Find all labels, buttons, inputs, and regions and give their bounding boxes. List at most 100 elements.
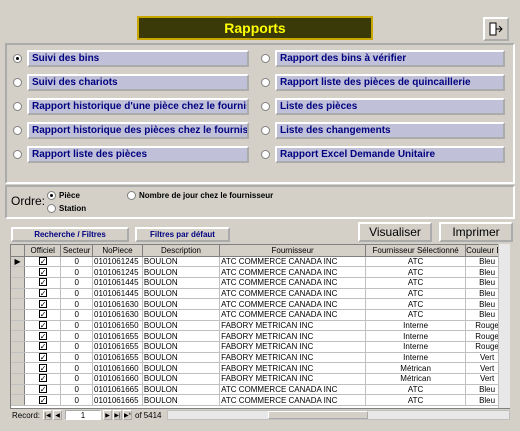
row-selector[interactable] bbox=[11, 330, 26, 342]
secteur-cell[interactable]: 0 bbox=[60, 330, 94, 342]
table-row[interactable]: ✓ 0 0101061665 BOULON ATC COMMERCE CANADA IN… bbox=[11, 384, 509, 396]
row-selector[interactable]: ▶ bbox=[11, 256, 26, 268]
nopiece-cell[interactable]: 0101061660 bbox=[92, 373, 143, 385]
fournisseur-cell[interactable]: ATC COMMERCE CANADA INC bbox=[219, 277, 367, 289]
report-option-historique-piece[interactable]: Rapport historique d'une pièce chez le f… bbox=[13, 98, 249, 115]
description-cell[interactable]: BOULON bbox=[142, 330, 221, 342]
checkbox-icon[interactable]: ✓ bbox=[38, 288, 47, 297]
description-cell[interactable]: BOULON bbox=[142, 266, 221, 278]
nopiece-cell[interactable]: 0101061630 bbox=[92, 298, 143, 310]
nopiece-cell[interactable]: 0101061445 bbox=[92, 288, 143, 300]
checkbox-icon[interactable]: ✓ bbox=[38, 310, 47, 319]
radio-liste-pieces-rapport[interactable] bbox=[13, 150, 22, 159]
nopiece-cell[interactable]: 0101061445 bbox=[92, 277, 143, 289]
prev-record-button[interactable]: ◀ bbox=[53, 410, 63, 420]
secteur-cell[interactable]: 0 bbox=[60, 362, 94, 375]
fournisseur-selectionne-cell[interactable]: Interne bbox=[365, 352, 467, 364]
report-option-quincaillerie[interactable]: Rapport liste des pièces de quincailleri… bbox=[261, 74, 505, 91]
table-row[interactable]: ✓ 0 0101061660 BOULON FABORY METRICAN INC Mét… bbox=[11, 373, 509, 385]
row-selector[interactable] bbox=[11, 384, 26, 396]
report-option-suivi-bins[interactable]: Suivi des bins bbox=[13, 50, 249, 67]
table-row[interactable]: ✓ 0 0101061655 BOULON FABORY METRICAN INC Int… bbox=[11, 352, 509, 364]
secteur-cell[interactable]: 0 bbox=[60, 266, 94, 278]
fournisseur-cell[interactable]: ATC COMMERCE CANADA INC bbox=[219, 288, 367, 300]
description-cell[interactable]: BOULON bbox=[142, 277, 221, 289]
fournisseur-selectionne-cell[interactable]: Métrican bbox=[365, 373, 467, 385]
report-option-liste-pieces[interactable]: Liste des pièces bbox=[261, 98, 505, 115]
table-row[interactable]: ✓ 0 0101061660 BOULON FABORY METRICAN INC Mét… bbox=[11, 362, 509, 375]
row-selector[interactable] bbox=[11, 320, 26, 332]
description-cell[interactable]: BOULON bbox=[142, 320, 221, 332]
ordre-option-nb-jours[interactable]: Nombre de jour chez le fournisseur bbox=[127, 191, 273, 200]
radio-suivi-chariots[interactable] bbox=[13, 78, 22, 87]
fournisseur-cell[interactable]: ATC COMMERCE CANADA INC bbox=[219, 384, 367, 396]
fournisseur-cell[interactable]: FABORY METRICAN INC bbox=[219, 330, 367, 342]
nopiece-cell[interactable]: 0101061665 bbox=[92, 394, 143, 407]
table-row[interactable]: ✓ 0 0101061655 BOULON FABORY METRICAN INC Int… bbox=[11, 341, 509, 353]
description-cell[interactable]: BOULON bbox=[142, 362, 221, 375]
table-row[interactable]: ✓ 0 0101061630 BOULON ATC COMMERCE CANADA IN… bbox=[11, 298, 509, 310]
imprimer-button[interactable]: Imprimer bbox=[439, 222, 513, 242]
secteur-cell[interactable]: 0 bbox=[60, 309, 94, 321]
checkbox-icon[interactable]: ✓ bbox=[38, 299, 47, 308]
current-record-input[interactable]: 1 bbox=[65, 410, 102, 420]
horizontal-scrollbar[interactable] bbox=[167, 410, 510, 420]
fournisseur-selectionne-cell[interactable]: ATC bbox=[365, 394, 467, 407]
report-button-liste-pieces[interactable]: Liste des pièces bbox=[275, 98, 505, 115]
row-selector[interactable] bbox=[11, 373, 26, 385]
row-selector[interactable] bbox=[11, 288, 26, 300]
report-button-historique-piece[interactable]: Rapport historique d'une pièce chez le f… bbox=[27, 98, 249, 115]
nopiece-cell[interactable]: 0101061650 bbox=[92, 320, 143, 332]
fournisseur-selectionne-cell[interactable]: Métrican bbox=[365, 362, 467, 375]
fournisseur-selectionne-cell[interactable]: ATC bbox=[365, 256, 467, 268]
fournisseur-selectionne-cell[interactable]: Interne bbox=[365, 330, 467, 342]
report-option-excel-demande[interactable]: Rapport Excel Demande Unitaire bbox=[261, 146, 505, 163]
row-selector[interactable] bbox=[11, 277, 26, 289]
nopiece-cell[interactable]: 0101061655 bbox=[92, 352, 143, 364]
fournisseur-cell[interactable]: ATC COMMERCE CANADA INC bbox=[219, 256, 367, 268]
nopiece-cell[interactable]: 0101061655 bbox=[92, 341, 143, 353]
report-button-suivi-bins[interactable]: Suivi des bins bbox=[27, 50, 249, 67]
description-cell[interactable]: BOULON bbox=[142, 298, 221, 310]
secteur-cell[interactable]: 0 bbox=[60, 373, 94, 385]
checkbox-icon[interactable]: ✓ bbox=[38, 363, 47, 372]
checkbox-icon[interactable]: ✓ bbox=[38, 256, 47, 265]
new-record-button[interactable]: ▶* bbox=[123, 410, 133, 420]
filtres-defaut-button[interactable]: Filtres par défaut bbox=[135, 227, 230, 242]
table-row[interactable]: ✓ 0 0101061245 BOULON ATC COMMERCE CANADA IN… bbox=[11, 266, 509, 278]
officiel-checkbox[interactable]: ✓ bbox=[24, 309, 62, 321]
report-option-suivi-chariots[interactable]: Suivi des chariots bbox=[13, 74, 249, 91]
next-record-button[interactable]: ▶ bbox=[103, 410, 113, 420]
fournisseur-cell[interactable]: ATC COMMERCE CANADA INC bbox=[219, 309, 367, 321]
report-button-excel-demande[interactable]: Rapport Excel Demande Unitaire bbox=[275, 146, 505, 163]
fournisseur-cell[interactable]: FABORY METRICAN INC bbox=[219, 352, 367, 364]
fournisseur-cell[interactable]: FABORY METRICAN INC bbox=[219, 373, 367, 385]
fournisseur-cell[interactable]: FABORY METRICAN INC bbox=[219, 341, 367, 353]
header-description[interactable]: Description bbox=[142, 245, 221, 257]
secteur-cell[interactable]: 0 bbox=[60, 277, 94, 289]
fournisseur-selectionne-cell[interactable]: ATC bbox=[365, 309, 467, 321]
checkbox-icon[interactable]: ✓ bbox=[38, 385, 47, 394]
officiel-checkbox[interactable]: ✓ bbox=[24, 330, 62, 342]
checkbox-icon[interactable]: ✓ bbox=[38, 278, 47, 287]
report-button-bins-verifier[interactable]: Rapport des bins à vérifier bbox=[275, 50, 505, 67]
checkbox-icon[interactable]: ✓ bbox=[38, 331, 47, 340]
horizontal-scroll-thumb[interactable] bbox=[268, 411, 369, 419]
table-row[interactable]: ✓ 0 0101061665 BOULON ATC COMMERCE CANADA IN… bbox=[11, 394, 509, 407]
checkbox-icon[interactable]: ✓ bbox=[38, 342, 47, 351]
row-selector[interactable] bbox=[11, 266, 26, 278]
officiel-checkbox[interactable]: ✓ bbox=[24, 352, 62, 364]
radio-liste-pieces[interactable] bbox=[261, 102, 270, 111]
fournisseur-selectionne-cell[interactable]: ATC bbox=[365, 277, 467, 289]
officiel-checkbox[interactable]: ✓ bbox=[24, 341, 62, 353]
row-selector[interactable] bbox=[11, 394, 26, 407]
recherche-filtres-button[interactable]: Recherche / Filtres bbox=[11, 227, 129, 242]
radio-bins-verifier[interactable] bbox=[261, 54, 270, 63]
secteur-cell[interactable]: 0 bbox=[60, 352, 94, 364]
description-cell[interactable]: BOULON bbox=[142, 256, 221, 268]
row-selector[interactable] bbox=[11, 309, 26, 321]
fournisseur-cell[interactable]: FABORY METRICAN INC bbox=[219, 362, 367, 375]
secteur-cell[interactable]: 0 bbox=[60, 298, 94, 310]
first-record-button[interactable]: |◀ bbox=[43, 410, 53, 420]
nopiece-cell[interactable]: 0101061245 bbox=[92, 266, 143, 278]
